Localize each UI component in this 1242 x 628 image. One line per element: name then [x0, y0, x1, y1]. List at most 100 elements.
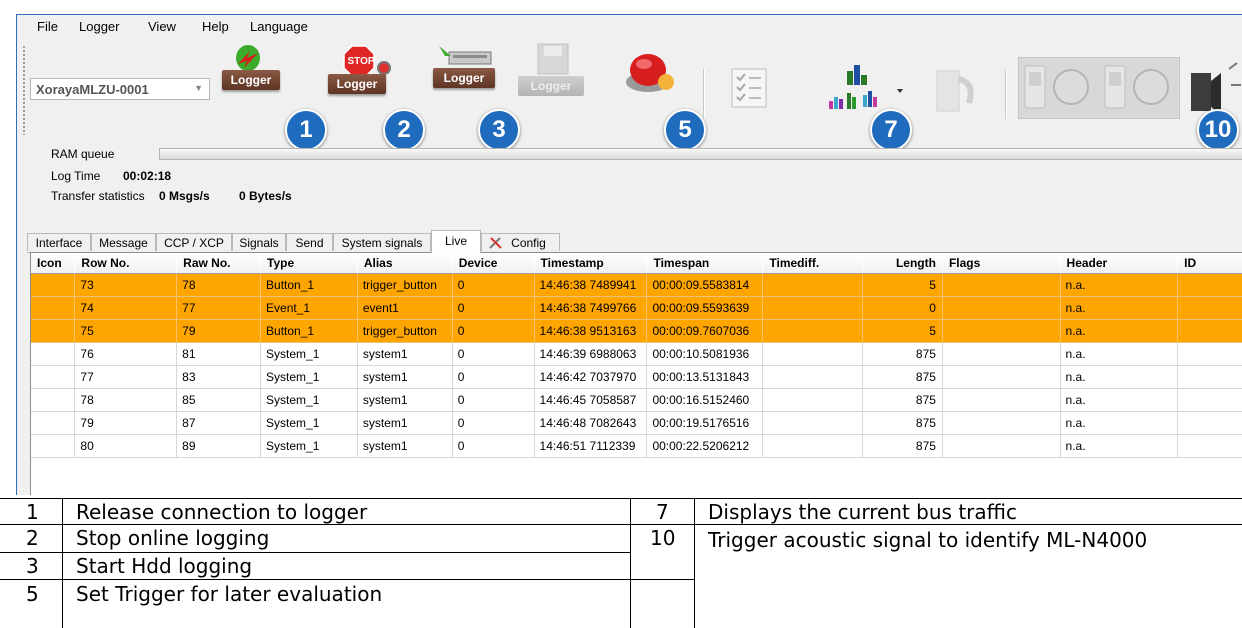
start-hdd-logging-button[interactable]: Logger — [429, 42, 501, 102]
table-cell — [31, 365, 76, 389]
column-header-alias[interactable]: Alias — [357, 253, 453, 274]
restart-button[interactable] — [929, 65, 981, 117]
tab-message[interactable]: Message — [91, 233, 156, 251]
bus-traffic-button[interactable] — [813, 55, 913, 111]
tab-system-signals[interactable]: System signals — [333, 233, 431, 251]
table-cell — [31, 319, 76, 343]
toolbar: XorayaMLZU-0001 ▼ Logger 1 STOP Logger 2 — [17, 37, 1242, 151]
table-cell — [31, 296, 76, 320]
column-header-row-no[interactable]: Row No. — [74, 253, 178, 274]
table-cell: 78 — [176, 273, 262, 297]
table-cell — [1177, 365, 1242, 389]
ram-queue-progress-bar — [159, 148, 1242, 160]
switch-icon — [1024, 65, 1169, 109]
table-cell: 0 — [452, 411, 535, 435]
tab-signals[interactable]: Signals — [232, 233, 286, 251]
msgs-per-second-value: 0 Msgs/s — [159, 189, 210, 203]
table-cell — [942, 319, 1061, 343]
table-cell: 875 — [862, 411, 943, 435]
logger-application-window: File Logger View Help Language XorayaMLZ… — [16, 14, 1242, 495]
legend-number: 7 — [656, 500, 669, 524]
table-cell — [1177, 273, 1242, 297]
menu-view[interactable]: View — [148, 19, 176, 34]
log-time-value: 00:02:18 — [123, 169, 172, 183]
legend-rule — [0, 498, 1242, 499]
set-trigger-button[interactable] — [620, 42, 680, 102]
table-cell: n.a. — [1060, 296, 1179, 320]
table-cell — [1177, 319, 1242, 343]
table-cell — [762, 365, 864, 389]
tab-ccp-xcp[interactable]: CCP / XCP — [156, 233, 232, 251]
tab-send[interactable]: Send — [286, 233, 333, 251]
switch-toggle[interactable] — [1018, 57, 1180, 119]
column-header-raw-no[interactable]: Raw No. — [176, 253, 262, 274]
toolbar-grip[interactable] — [22, 45, 26, 135]
table-cell: 14:46:42 7037970 — [534, 365, 648, 389]
legend-text: Displays the current bus traffic — [708, 500, 1017, 524]
table-row[interactable]: 78 85 System_1 system1 0 14:46:45 7058587 00:0… — [31, 388, 1242, 412]
table-row[interactable]: 80 89 System_1 system1 0 14:46:51 7112339 00:0… — [31, 434, 1242, 458]
legend-number: 5 — [26, 582, 39, 606]
table-cell: 875 — [862, 434, 943, 458]
legend-divider — [630, 498, 631, 628]
table-cell: 78 — [74, 388, 178, 412]
table-cell: System_1 — [260, 411, 358, 435]
callout-legend-table: 1 Release connection to logger 2 Stop on… — [0, 498, 1242, 628]
column-header-timestamp[interactable]: Timestamp — [534, 253, 648, 274]
legend-number: 2 — [26, 526, 39, 550]
table-cell: n.a. — [1060, 434, 1179, 458]
table-cell — [1177, 296, 1242, 320]
column-header-timediff[interactable]: Timediff. — [762, 253, 864, 274]
table-cell: 0 — [452, 273, 535, 297]
menu-help[interactable]: Help — [202, 19, 229, 34]
column-header-icon[interactable]: Icon — [31, 253, 76, 274]
tab-live[interactable]: Live — [431, 230, 481, 253]
table-cell: 85 — [176, 388, 262, 412]
table-cell — [1177, 434, 1242, 458]
table-cell — [942, 296, 1061, 320]
table-cell: trigger_button — [357, 319, 453, 343]
table-cell: System_1 — [260, 342, 358, 366]
column-header-timespan[interactable]: Timespan — [646, 253, 764, 274]
table-cell: n.a. — [1060, 342, 1179, 366]
table-cell — [1177, 411, 1242, 435]
table-cell — [31, 411, 76, 435]
table-cell: 5 — [862, 319, 943, 343]
stop-logging-button[interactable]: STOP Logger — [324, 42, 392, 102]
tab-config[interactable]: Config — [481, 233, 560, 251]
menu-file[interactable]: File — [37, 19, 58, 34]
column-header-header[interactable]: Header — [1060, 253, 1179, 274]
table-cell: 87 — [176, 411, 262, 435]
checklist-button[interactable] — [728, 67, 772, 111]
table-cell — [762, 319, 864, 343]
table-row[interactable]: 79 87 System_1 system1 0 14:46:48 7082643 00:0… — [31, 411, 1242, 435]
table-row[interactable]: 77 83 System_1 system1 0 14:46:42 7037970 00:0… — [31, 365, 1242, 389]
table-row[interactable]: 74 77 Event_1 event1 0 14:46:38 7499766 00:00:… — [31, 296, 1242, 320]
table-cell: 14:46:38 7499766 — [534, 296, 648, 320]
column-header-type[interactable]: Type — [260, 253, 358, 274]
legend-rule — [0, 579, 694, 580]
legend-divider — [62, 498, 63, 628]
tab-interface[interactable]: Interface — [27, 233, 91, 251]
column-header-device[interactable]: Device — [452, 253, 535, 274]
table-row[interactable]: 75 79 Button_1 trigger_button 0 14:46:38 9513… — [31, 319, 1242, 343]
table-cell: Event_1 — [260, 296, 358, 320]
table-cell: event1 — [357, 296, 453, 320]
column-header-length[interactable]: Length — [862, 253, 943, 274]
bytes-per-second-value: 0 Bytes/s — [239, 189, 292, 203]
table-cell: 75 — [74, 319, 178, 343]
legend-text: Trigger acoustic signal to identify ML-N… — [708, 528, 1148, 552]
table-cell: 77 — [74, 365, 178, 389]
save-logger-button[interactable]: Logger — [514, 42, 586, 102]
table-cell: 00:00:16.5152460 — [646, 388, 764, 412]
column-header-flags[interactable]: Flags — [942, 253, 1061, 274]
table-row[interactable]: 73 78 Button_1 trigger_button 0 14:46:38 7489… — [31, 273, 1242, 297]
release-connection-button[interactable]: Logger — [220, 42, 280, 102]
logger-select[interactable]: XorayaMLZU-0001 ▼ — [30, 78, 210, 100]
menu-language[interactable]: Language — [250, 19, 308, 34]
column-header-id[interactable]: ID — [1177, 253, 1242, 274]
menu-logger[interactable]: Logger — [79, 19, 119, 34]
table-row[interactable]: 76 81 System_1 system1 0 14:46:39 6988063 00:0… — [31, 342, 1242, 366]
table-header-row: Icon Row No. Raw No. Type Alias Device T… — [31, 253, 1242, 274]
table-cell — [942, 342, 1061, 366]
